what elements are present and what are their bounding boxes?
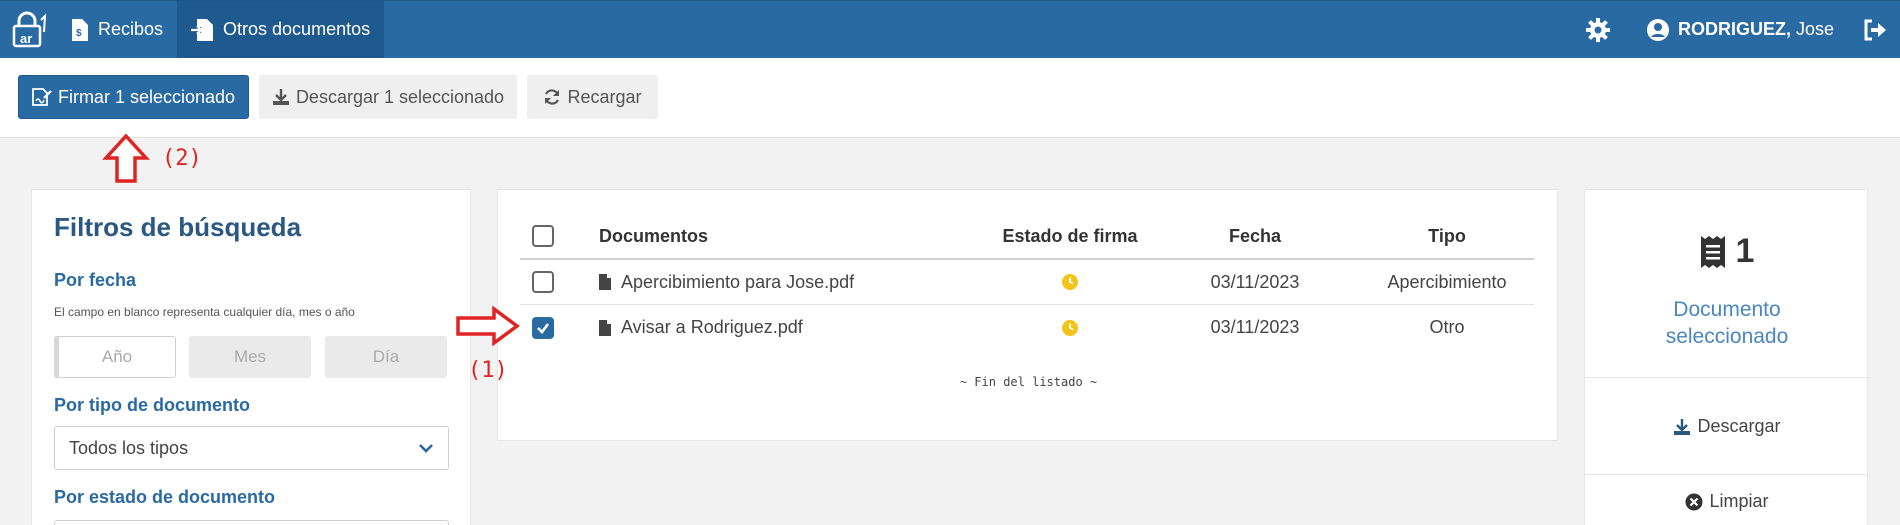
document-state-select[interactable] bbox=[54, 520, 449, 525]
row-checkbox[interactable] bbox=[532, 271, 554, 293]
checkmark-icon bbox=[537, 322, 550, 334]
month-placeholder: Mes bbox=[233, 347, 267, 366]
row-date: 03/11/2023 bbox=[1210, 271, 1300, 292]
sign-selected-label: Firmar 1 seleccionado bbox=[57, 86, 236, 107]
reload-button[interactable]: Recargar bbox=[527, 75, 658, 119]
selected-label-line2: seleccionado bbox=[1665, 325, 1789, 348]
documents-table-panel: Documentos Estado de firma Fecha Tipo Ap… bbox=[497, 189, 1558, 441]
app-logo[interactable]: ar bbox=[0, 1, 58, 58]
day-input[interactable]: Día bbox=[325, 336, 447, 378]
select-all-checkbox[interactable] bbox=[532, 225, 554, 247]
nav-recibos-label: Recibos bbox=[98, 19, 164, 39]
nav-otros-documentos[interactable]: Otros documentos bbox=[177, 1, 385, 58]
filter-by-state-label: Por estado de documento bbox=[54, 487, 276, 507]
filter-by-type-label: Por tipo de documento bbox=[54, 395, 250, 415]
svg-text:ar: ar bbox=[20, 31, 32, 46]
action-toolbar: Firmar 1 seleccionado Descargar 1 selecc… bbox=[0, 58, 1900, 138]
nav-otros-documentos-label: Otros documentos bbox=[223, 19, 371, 39]
pending-clock-icon bbox=[1062, 274, 1078, 290]
chevron-down-icon bbox=[419, 444, 433, 453]
sign-out-icon bbox=[1864, 19, 1886, 40]
divider bbox=[1585, 474, 1869, 475]
row-checkbox-checked[interactable] bbox=[532, 316, 554, 339]
user-name: Jose bbox=[1795, 19, 1834, 39]
col-state-header: Estado de firma bbox=[1002, 225, 1138, 246]
document-type-select[interactable]: Todos los tipos bbox=[54, 426, 449, 470]
receipt-file-icon: $ bbox=[72, 18, 88, 41]
settings-button[interactable] bbox=[1584, 16, 1612, 44]
file-icon bbox=[599, 319, 611, 336]
nav-recibos[interactable]: $ Recibos bbox=[58, 1, 177, 58]
download-icon bbox=[272, 89, 289, 105]
close-circle-icon bbox=[1685, 493, 1703, 510]
summary-download-label: Descargar bbox=[1697, 416, 1781, 436]
col-date-header: Fecha bbox=[1228, 225, 1282, 246]
svg-text:$: $ bbox=[76, 28, 82, 39]
annotation-step-1: (1) bbox=[468, 358, 508, 383]
download-selected-button[interactable]: Descargar 1 seleccionado bbox=[259, 75, 517, 119]
filters-title: Filtros de búsqueda bbox=[54, 212, 302, 242]
document-name[interactable]: Apercibimiento para Jose.pdf bbox=[621, 272, 854, 293]
annotation-step-2: (2) bbox=[162, 146, 202, 171]
gear-icon bbox=[1585, 17, 1610, 42]
top-navbar: ar $ Recibos Otros documentos RODRIGUEZ,… bbox=[0, 0, 1900, 58]
search-filters-panel: Filtros de búsqueda Por fecha El campo e… bbox=[31, 189, 471, 525]
day-placeholder: Día bbox=[372, 347, 400, 366]
row-document-cell: Avisar a Rodriguez.pdf bbox=[599, 317, 803, 338]
file-import-icon bbox=[191, 18, 214, 41]
row-type: Otro bbox=[1429, 317, 1465, 337]
end-of-list: ~ Fin del listado ~ bbox=[959, 375, 1098, 389]
selected-label: Documento seleccionado bbox=[1585, 296, 1869, 350]
summary-clear-button[interactable]: Limpiar bbox=[1585, 491, 1869, 512]
month-input[interactable]: Mes bbox=[189, 336, 311, 378]
sign-selected-button[interactable]: Firmar 1 seleccionado bbox=[18, 75, 249, 119]
table-row[interactable]: Apercibimiento para Jose.pdf 03/11/2023 … bbox=[520, 260, 1534, 305]
selection-summary-panel: 1 Documento seleccionado Descargar Limpi… bbox=[1584, 189, 1869, 525]
table-row[interactable]: Avisar a Rodriguez.pdf 03/11/2023 Otro bbox=[520, 305, 1534, 350]
table-header-row: Documentos Estado de firma Fecha Tipo bbox=[520, 214, 1534, 260]
user-surname: RODRIGUEZ, bbox=[1677, 19, 1791, 39]
annotation-arrow-right-icon bbox=[456, 306, 520, 346]
reload-label: Recargar bbox=[567, 86, 642, 107]
refresh-icon bbox=[545, 89, 560, 105]
summary-clear-label: Limpiar bbox=[1709, 491, 1769, 511]
signature-icon bbox=[32, 88, 52, 106]
row-date: 03/11/2023 bbox=[1210, 317, 1300, 337]
user-circle-icon bbox=[1646, 18, 1669, 41]
document-name[interactable]: Avisar a Rodriguez.pdf bbox=[621, 317, 803, 338]
summary-download-button[interactable]: Descargar bbox=[1585, 416, 1869, 437]
row-document-cell: Apercibimiento para Jose.pdf bbox=[599, 272, 854, 293]
selected-count-value: 1 bbox=[1735, 232, 1755, 270]
receipt-icon bbox=[1700, 235, 1725, 268]
lock-logo-icon: ar bbox=[12, 11, 47, 47]
selected-label-line1: Documento bbox=[1673, 298, 1781, 321]
year-placeholder: Año bbox=[101, 347, 133, 366]
selected-count: 1 bbox=[1585, 232, 1869, 271]
row-state-cell bbox=[990, 319, 1150, 336]
divider bbox=[1585, 377, 1869, 378]
col-type-header: Tipo bbox=[1428, 225, 1466, 246]
annotation-arrow-up-icon bbox=[102, 134, 150, 183]
user-menu[interactable]: RODRIGUEZ, Jose bbox=[1646, 18, 1834, 42]
document-type-value: Todos los tipos bbox=[69, 437, 189, 458]
row-type: Apercibimiento bbox=[1387, 271, 1507, 292]
row-state-cell bbox=[990, 274, 1150, 290]
download-selected-label: Descargar 1 seleccionado bbox=[295, 86, 505, 107]
logout-button[interactable] bbox=[1860, 15, 1890, 45]
year-input[interactable]: Año bbox=[54, 336, 176, 378]
filter-by-date-label: Por fecha bbox=[54, 270, 137, 290]
download-icon bbox=[1674, 418, 1691, 435]
file-icon bbox=[599, 274, 611, 290]
date-hint: El campo en blanco representa cualquier … bbox=[54, 305, 355, 319]
pending-clock-icon bbox=[1062, 319, 1078, 336]
col-documents-header: Documentos bbox=[599, 225, 709, 246]
